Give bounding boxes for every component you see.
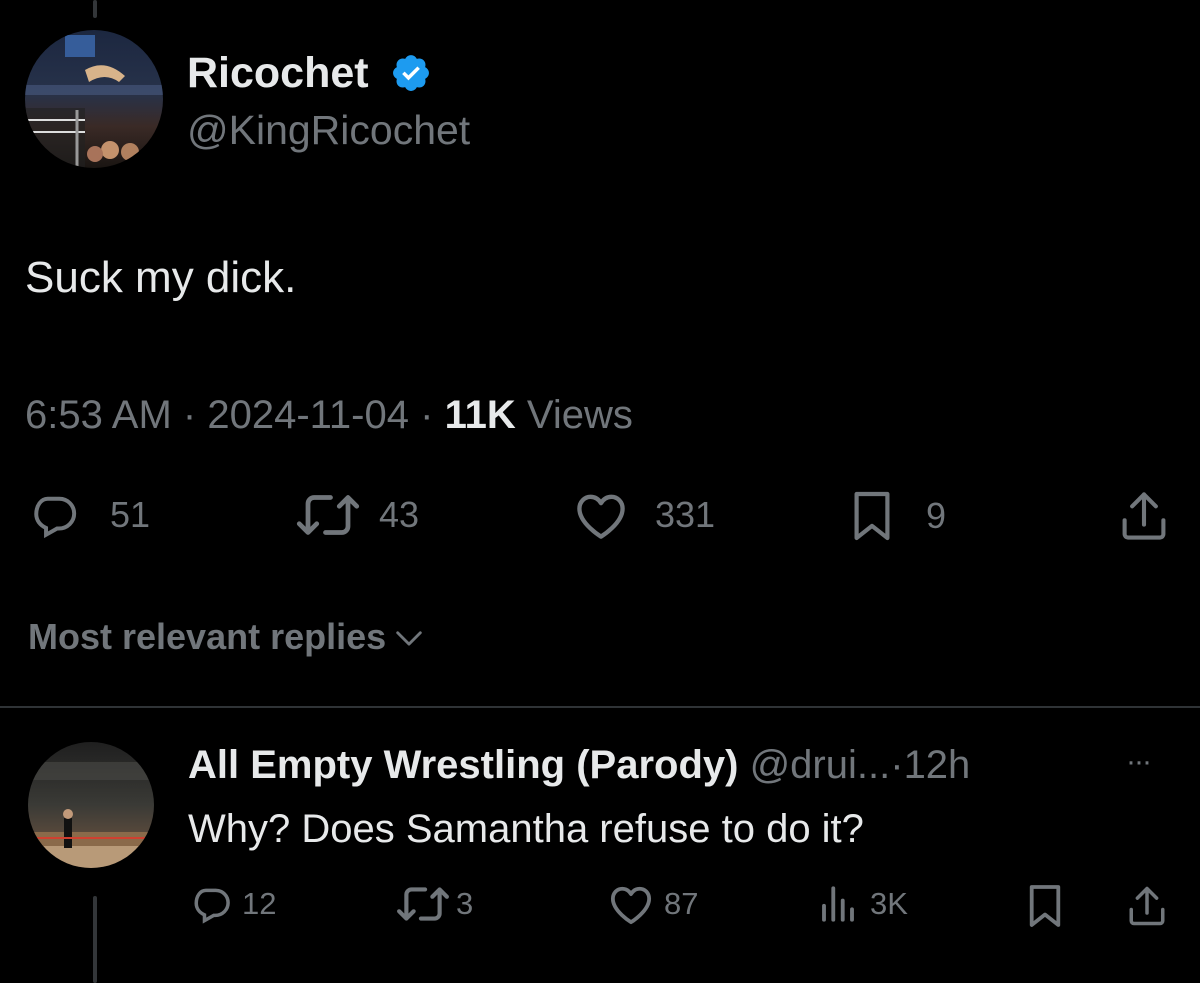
reply-header: All Empty Wrestling (Parody) @drui...·12…	[188, 740, 970, 790]
meta-separator: ·	[182, 393, 197, 437]
thread-line-bottom	[93, 896, 97, 983]
author-name[interactable]: Ricochet	[187, 48, 369, 98]
replies-sort-label: Most relevant replies	[28, 616, 387, 657]
bookmark-icon	[1026, 883, 1064, 929]
divider	[0, 706, 1200, 708]
meta-separator: ·	[890, 743, 904, 787]
bookmark-button[interactable]: 9	[850, 488, 946, 544]
replies-sort-dropdown[interactable]: Most relevant replies	[28, 612, 426, 662]
reply-repost-button[interactable]: 3	[396, 882, 473, 926]
views-label: Views	[526, 393, 633, 437]
reply-icon	[190, 883, 234, 925]
meta-separator: ·	[420, 393, 434, 437]
reply-bookmark-button[interactable]	[1026, 882, 1064, 930]
repost-icon	[295, 490, 361, 540]
reply-share-button[interactable]	[1126, 882, 1168, 930]
reply-views-count: 3K	[870, 886, 908, 921]
reply-repost-count: 3	[456, 886, 474, 921]
reply-reply-count: 12	[242, 886, 277, 921]
share-button[interactable]	[1118, 488, 1170, 544]
reply-reply-button[interactable]: 12	[190, 882, 276, 926]
bookmark-count: 9	[926, 495, 947, 536]
like-button[interactable]: 331	[573, 490, 715, 540]
views-icon	[816, 883, 860, 925]
author-handle[interactable]: @KingRicochet	[187, 106, 470, 154]
views-count: 11K	[444, 393, 516, 437]
reply-icon	[28, 490, 82, 540]
thread-line-top	[93, 0, 97, 18]
like-count: 331	[655, 494, 716, 535]
reply-age[interactable]: 12h	[904, 743, 971, 787]
tweet-time[interactable]: 6:53 AM	[25, 393, 172, 437]
reply-like-count: 87	[664, 886, 699, 921]
reply-count: 51	[110, 494, 151, 535]
share-icon	[1126, 883, 1168, 929]
tweet-meta: 6:53 AM · 2024-11-04 · 11K Views	[25, 390, 633, 440]
tweet-date[interactable]: 2024-11-04	[207, 393, 409, 437]
reply-author-name[interactable]: All Empty Wrestling (Parody)	[188, 743, 738, 787]
repost-icon	[396, 883, 450, 925]
repost-button[interactable]: 43	[295, 490, 419, 540]
reply-like-button[interactable]: 87	[608, 882, 698, 926]
more-icon[interactable]: ···	[1126, 742, 1152, 782]
reply-author-handle[interactable]: @drui...	[750, 743, 891, 787]
like-icon	[573, 490, 629, 540]
share-icon	[1118, 488, 1170, 544]
reply-text: Why? Does Samantha refuse to do it?	[188, 807, 864, 851]
reply-avatar[interactable]	[28, 742, 154, 868]
like-icon	[608, 883, 654, 925]
repost-count: 43	[379, 494, 420, 535]
avatar[interactable]	[25, 30, 163, 168]
reply-views-button[interactable]: 3K	[816, 882, 908, 926]
tweet-text: Suck my dick.	[25, 253, 297, 302]
bookmark-icon	[850, 488, 894, 544]
chevron-down-icon	[392, 622, 426, 652]
reply-button[interactable]: 51	[28, 490, 150, 540]
verified-badge-icon	[390, 52, 432, 94]
